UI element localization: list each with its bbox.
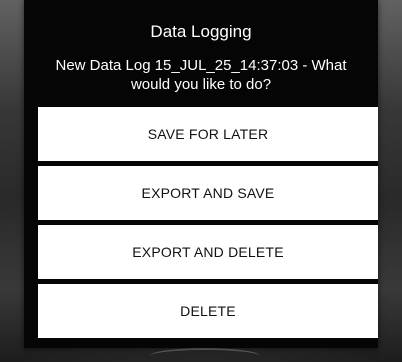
background-dial-arc xyxy=(150,348,260,362)
background-panel-right xyxy=(378,0,402,362)
dialog-title: Data Logging xyxy=(150,22,252,41)
delete-button[interactable]: DELETE xyxy=(38,284,378,338)
export-and-delete-button[interactable]: EXPORT AND DELETE xyxy=(38,225,378,279)
save-for-later-button[interactable]: SAVE FOR LATER xyxy=(38,107,378,161)
dialog-message: New Data Log 15_JUL_25_14:37:03 - What w… xyxy=(55,57,347,93)
dialog-actions: SAVE FOR LATER EXPORT AND SAVE EXPORT AN… xyxy=(38,107,378,343)
data-logging-dialog: Data Logging New Data Log 15_JUL_25_14:3… xyxy=(24,0,378,348)
background-panel-left xyxy=(0,0,24,362)
export-and-save-button[interactable]: EXPORT AND SAVE xyxy=(38,166,378,220)
